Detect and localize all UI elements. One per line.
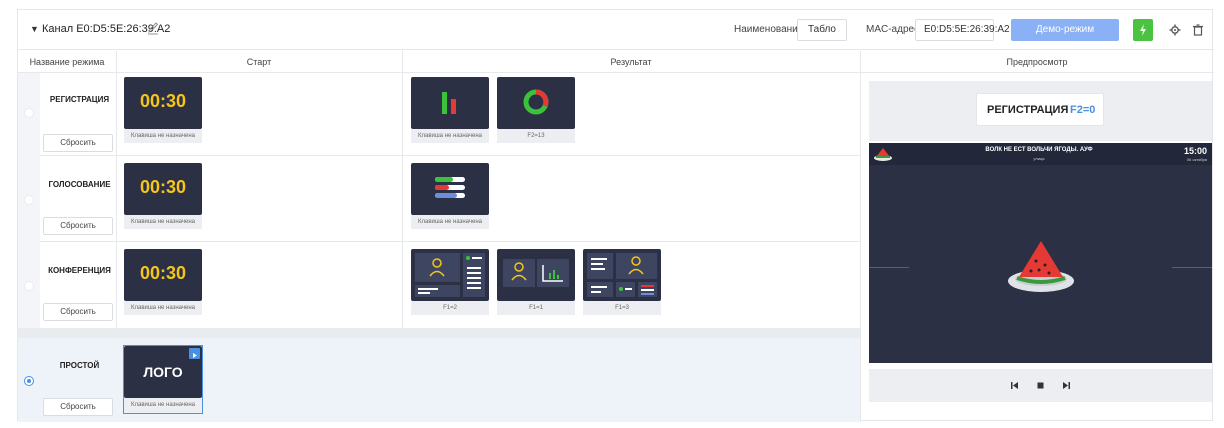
gear-icon[interactable]	[1165, 20, 1185, 40]
mode-name: ГОЛОСОВАНИЕ	[48, 180, 111, 189]
collapse-chevron-icon[interactable]: ▼	[30, 24, 39, 34]
name-label: Наименование:	[734, 24, 807, 35]
mac-input[interactable]: E0:D5:5E:26:39:A2	[915, 19, 1010, 41]
preview-video-title: ВОЛК НЕ ЕСТ ВОЛЬЧИ ЯГОДЫ. АУФ	[985, 147, 1093, 153]
preview-time: 15:00	[1183, 146, 1207, 156]
start-card[interactable]: 00:30 Клавиша не назначена	[124, 249, 202, 316]
result-card[interactable]: F1=3	[583, 249, 661, 316]
header-preview: Предпросмотр	[860, 51, 1214, 73]
mode-radio-voting[interactable]	[24, 195, 34, 205]
skip-back-icon[interactable]	[1008, 379, 1021, 392]
mode-name: ПРОСТОЙ	[59, 361, 100, 370]
result-thumbnail	[583, 249, 661, 301]
preview-screen: ВОЛК НЕ ЕСТ ВОЛЬЧИ ЯГОДЫ. АУФ улица 15:0…	[869, 143, 1212, 363]
mode-radio-idle[interactable]	[24, 376, 34, 386]
name-input[interactable]: Табло	[797, 19, 847, 41]
trash-icon[interactable]	[1188, 20, 1208, 40]
hotkey-label: F1=2	[411, 301, 489, 315]
watermelon-icon	[1008, 241, 1074, 292]
result-thumbnail	[497, 249, 575, 301]
result-card[interactable]: F1=2	[411, 249, 489, 316]
play-badge-icon[interactable]	[189, 348, 200, 359]
playback-controls	[869, 369, 1212, 402]
reset-button[interactable]: Сбросить	[43, 398, 113, 416]
lightning-icon	[1140, 24, 1146, 36]
section-separator	[18, 328, 860, 338]
action-green-button[interactable]	[1133, 19, 1153, 41]
preview-date: 06 октября	[1186, 157, 1207, 162]
demo-mode-button[interactable]: Демо-режим	[1011, 19, 1119, 41]
speaker-chart-layout-icon	[503, 259, 569, 287]
stop-icon[interactable]	[1034, 379, 1047, 392]
timer-value: 00:30	[139, 177, 187, 197]
progress-bars-icon	[435, 177, 465, 198]
logo-text: ЛОГО	[143, 364, 183, 380]
start-card-selected[interactable]: ЛОГО Клавиша не назначена	[123, 345, 203, 414]
watermelon-small-icon	[874, 148, 892, 161]
mode-radio-conference[interactable]	[24, 281, 34, 291]
hotkey-label: Клавиша не назначена	[124, 129, 202, 143]
grid-layout-icon	[587, 253, 657, 297]
result-thumbnail	[497, 77, 575, 129]
timer-value: 00:30	[139, 91, 187, 111]
hotkey-label: Клавиша не назначена	[411, 215, 489, 229]
preview-line-left	[869, 267, 909, 268]
header-mode-name: Название режима	[18, 51, 116, 73]
result-card[interactable]: Клавиша не назначена	[411, 77, 489, 144]
start-card[interactable]: 00:30 Клавиша не назначена	[124, 163, 202, 230]
donut-icon	[523, 89, 549, 115]
preview-mode-badge: РЕГИСТРАЦИЯ F2=0	[976, 93, 1104, 126]
hotkey-label: Клавиша не назначена	[124, 215, 202, 229]
result-thumbnail	[411, 249, 489, 301]
start-thumbnail: 00:30	[124, 77, 202, 129]
bars-icon	[442, 92, 456, 114]
skip-forward-icon[interactable]	[1060, 379, 1073, 392]
start-card[interactable]: 00:30 Клавиша не назначена	[124, 77, 202, 144]
header-start: Старт	[116, 51, 402, 73]
preview-hotkey: F2=0	[1070, 104, 1096, 116]
divider	[18, 241, 860, 242]
mode-radio-registration[interactable]	[24, 108, 34, 118]
reset-button[interactable]: Сбросить	[43, 217, 113, 235]
preview-mode-name: РЕГИСТРАЦИЯ	[987, 104, 1069, 116]
start-thumbnail: 00:30	[124, 249, 202, 301]
header-result: Результат	[402, 51, 860, 73]
result-card[interactable]: Клавиша не назначена	[411, 163, 489, 230]
channel-panel: ▼ Канал E0:D5:5E:26:39:A2 Наименование: …	[17, 9, 1214, 422]
result-card[interactable]: F1=1	[497, 249, 575, 316]
preview-video-subtitle: улица	[1033, 156, 1045, 161]
mode-name: РЕГИСТРАЦИЯ	[49, 95, 110, 104]
edit-pencil-icon[interactable]	[147, 21, 159, 35]
result-card[interactable]: F2=13	[497, 77, 575, 144]
divider	[860, 51, 861, 422]
hotkey-label: Клавиша не назначена	[124, 301, 202, 315]
reset-button[interactable]: Сбросить	[43, 303, 113, 321]
channel-header: ▼ Канал E0:D5:5E:26:39:A2 Наименование: …	[18, 10, 1214, 50]
hotkey-label: Клавиша не назначена	[411, 129, 489, 143]
hotkey-label: F2=13	[497, 129, 575, 143]
result-thumbnail	[411, 163, 489, 215]
divider	[18, 155, 860, 156]
speaker-layout-icon	[415, 253, 485, 297]
mac-label: MAC-адрес:	[866, 24, 922, 35]
hotkey-label: F1=1	[497, 301, 575, 315]
hotkey-label: F1=3	[583, 301, 661, 315]
preview-line-right	[1172, 267, 1212, 268]
timer-value: 00:30	[139, 263, 187, 283]
start-thumbnail: ЛОГО	[124, 346, 202, 398]
reset-button[interactable]: Сбросить	[43, 134, 113, 152]
start-thumbnail: 00:30	[124, 163, 202, 215]
mode-name: КОНФЕРЕНЦИЯ	[48, 266, 111, 275]
hotkey-label: Клавиша не назначена	[124, 398, 202, 412]
result-thumbnail	[411, 77, 489, 129]
